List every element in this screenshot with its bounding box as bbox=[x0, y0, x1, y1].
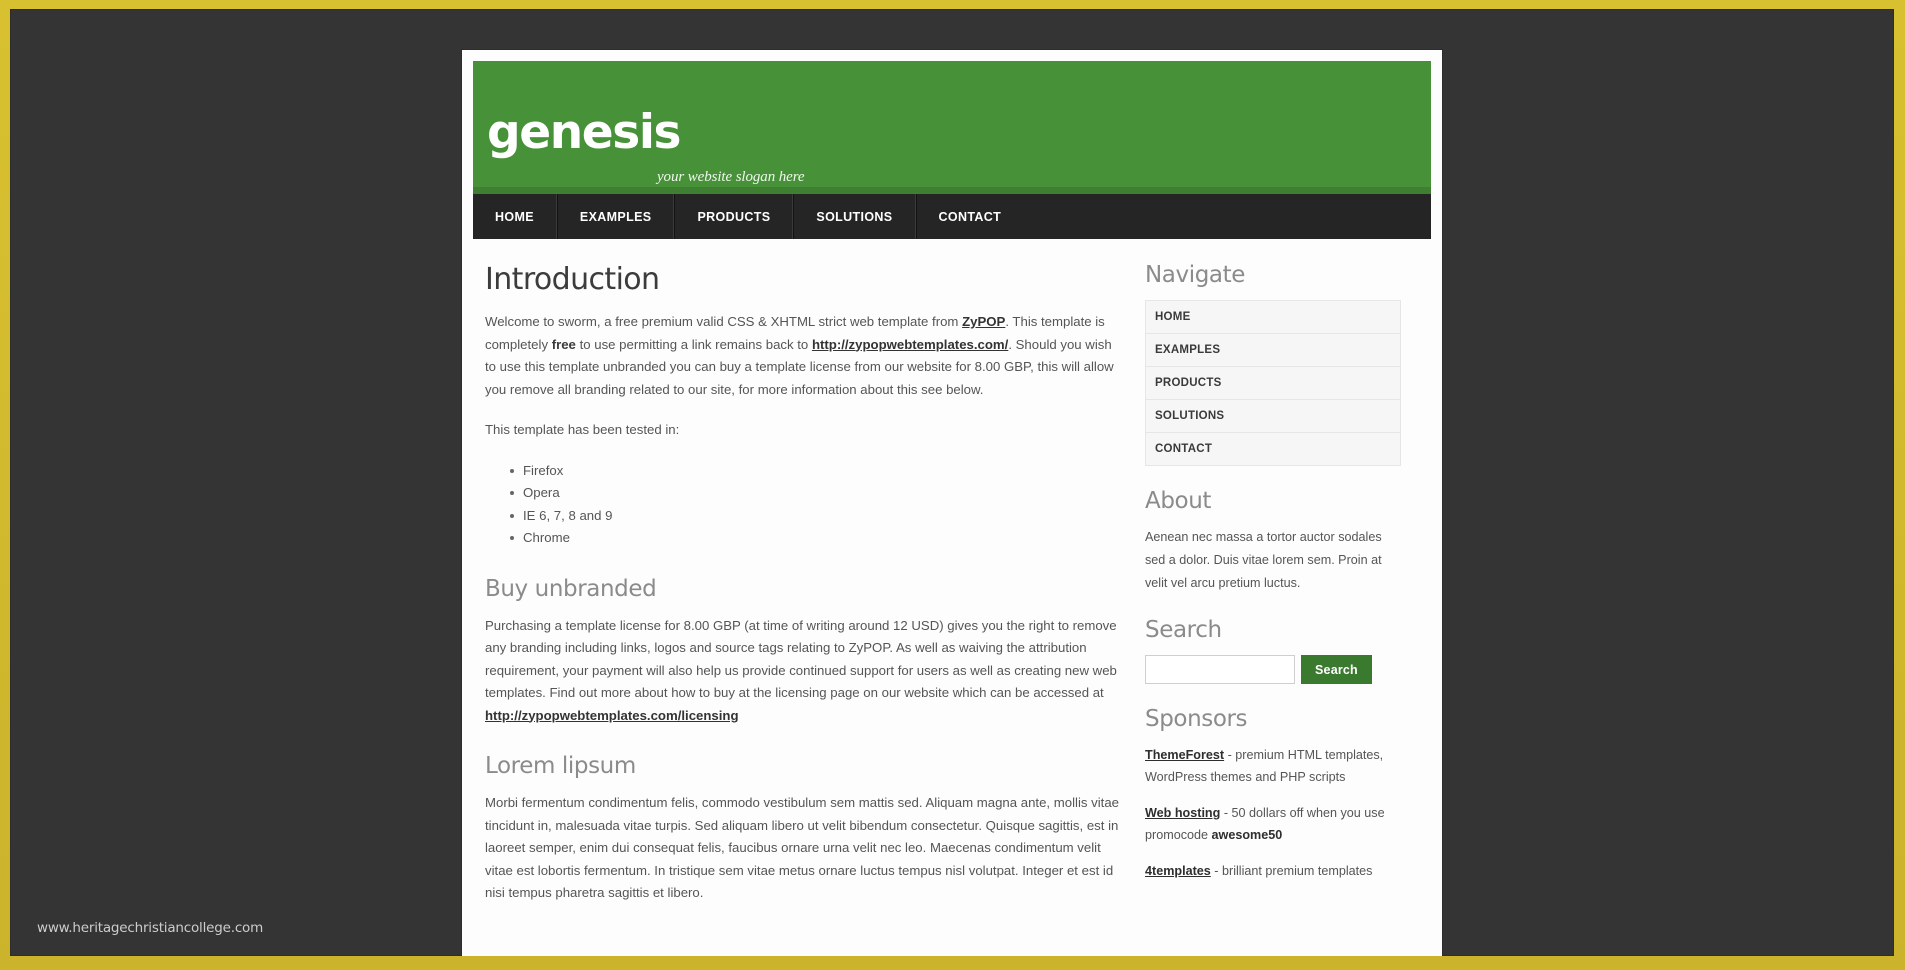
sidebar-navigate-list: HOME EXAMPLES PRODUCTS SOLUTIONS CONTACT bbox=[1145, 300, 1401, 466]
page-title: Introduction bbox=[485, 262, 660, 297]
website-page: genesis your website slogan here HOME EX… bbox=[462, 50, 1442, 956]
list-item: Firefox bbox=[510, 460, 1119, 483]
main-column: Introduction Welcome to sworm, a free pr… bbox=[485, 262, 1145, 923]
tested-in-line: This template has been tested in: bbox=[485, 422, 680, 437]
browser-list: Firefox Opera IE 6, 7, 8 and 9 Chrome bbox=[485, 460, 1119, 550]
search-button[interactable]: Search bbox=[1301, 655, 1372, 684]
sidebar-about-text: Aenean nec massa a tortor auctor sodales… bbox=[1145, 530, 1382, 590]
site-logo: genesis bbox=[487, 105, 682, 160]
sidebar-about-title: About bbox=[1145, 488, 1212, 514]
sidebar-search-title: Search bbox=[1145, 617, 1222, 643]
dark-backdrop: www.heritagechristiancollege.com genesis… bbox=[10, 9, 1894, 956]
lorem-heading: Lorem lipsum bbox=[485, 753, 636, 779]
intro-bold-free: free bbox=[551, 336, 576, 352]
list-item: Chrome bbox=[510, 527, 1119, 550]
sponsor-desc: - brilliant premium templates bbox=[1210, 864, 1373, 878]
nav-item-products[interactable]: PRODUCTS bbox=[674, 194, 794, 239]
sidebar-navigate-title: Navigate bbox=[1145, 262, 1245, 288]
nav-item-home[interactable]: HOME bbox=[473, 194, 557, 239]
sidebar-sponsors-title: Sponsors bbox=[1145, 706, 1248, 732]
sponsor-link-4templates[interactable]: 4templates bbox=[1145, 864, 1211, 878]
main-navigation: HOME EXAMPLES PRODUCTS SOLUTIONS CONTACT bbox=[473, 194, 1431, 239]
site-header: genesis your website slogan here bbox=[473, 61, 1431, 194]
intro-text-1: Welcome to sworm, a free premium valid C… bbox=[485, 314, 963, 329]
sidebar-item-solutions[interactable]: SOLUTIONS bbox=[1146, 400, 1400, 433]
nav-item-contact[interactable]: CONTACT bbox=[915, 194, 1028, 239]
site-slogan: your website slogan here bbox=[657, 169, 805, 185]
zypop-link[interactable]: ZyPOP bbox=[962, 314, 1005, 329]
search-form: Search bbox=[1145, 655, 1401, 684]
nav-item-solutions[interactable]: SOLUTIONS bbox=[793, 194, 916, 239]
sponsor-promocode: awesome50 bbox=[1211, 828, 1283, 842]
sponsor-item: Web hosting - 50 dollars off when you us… bbox=[1145, 802, 1401, 846]
intro-text-3: to use permitting a link remains back to bbox=[575, 336, 812, 352]
watermark-text: www.heritagechristiancollege.com bbox=[37, 920, 264, 936]
sponsor-link-web-hosting[interactable]: Web hosting bbox=[1145, 806, 1220, 820]
lorem-paragraph: Morbi fermentum condimentum felis, commo… bbox=[485, 795, 1119, 900]
nav-item-examples[interactable]: EXAMPLES bbox=[556, 194, 675, 239]
buy-unbranded-paragraph: Purchasing a template license for 8.00 G… bbox=[485, 615, 1119, 728]
buy-text: Purchasing a template license for 8.00 G… bbox=[485, 617, 1117, 701]
sponsor-item: ThemeForest - premium HTML templates, Wo… bbox=[1145, 744, 1401, 788]
licensing-link[interactable]: http://zypopwebtemplates.com/licensing bbox=[485, 708, 739, 723]
search-input[interactable] bbox=[1145, 655, 1295, 684]
outer-gold-frame: www.heritagechristiancollege.com genesis… bbox=[0, 0, 1905, 970]
list-item: IE 6, 7, 8 and 9 bbox=[510, 505, 1119, 528]
content-wrapper: Introduction Welcome to sworm, a free pr… bbox=[462, 239, 1442, 923]
sidebar-column: Navigate HOME EXAMPLES PRODUCTS SOLUTION… bbox=[1145, 262, 1401, 923]
sidebar-item-examples[interactable]: EXAMPLES bbox=[1146, 334, 1400, 367]
zypop-url-link[interactable]: http://zypopwebtemplates.com/ bbox=[812, 337, 1008, 352]
buy-unbranded-heading: Buy unbranded bbox=[485, 575, 657, 602]
sponsor-link-themeforest[interactable]: ThemeForest bbox=[1145, 748, 1224, 762]
sponsor-item: 4templates - brilliant premium templates bbox=[1145, 860, 1401, 882]
intro-paragraph: Welcome to sworm, a free premium valid C… bbox=[485, 311, 1119, 401]
sidebar-item-products[interactable]: PRODUCTS bbox=[1146, 367, 1400, 400]
sidebar-item-home[interactable]: HOME bbox=[1146, 301, 1400, 334]
sidebar-item-contact[interactable]: CONTACT bbox=[1146, 433, 1400, 466]
list-item: Opera bbox=[510, 482, 1119, 505]
